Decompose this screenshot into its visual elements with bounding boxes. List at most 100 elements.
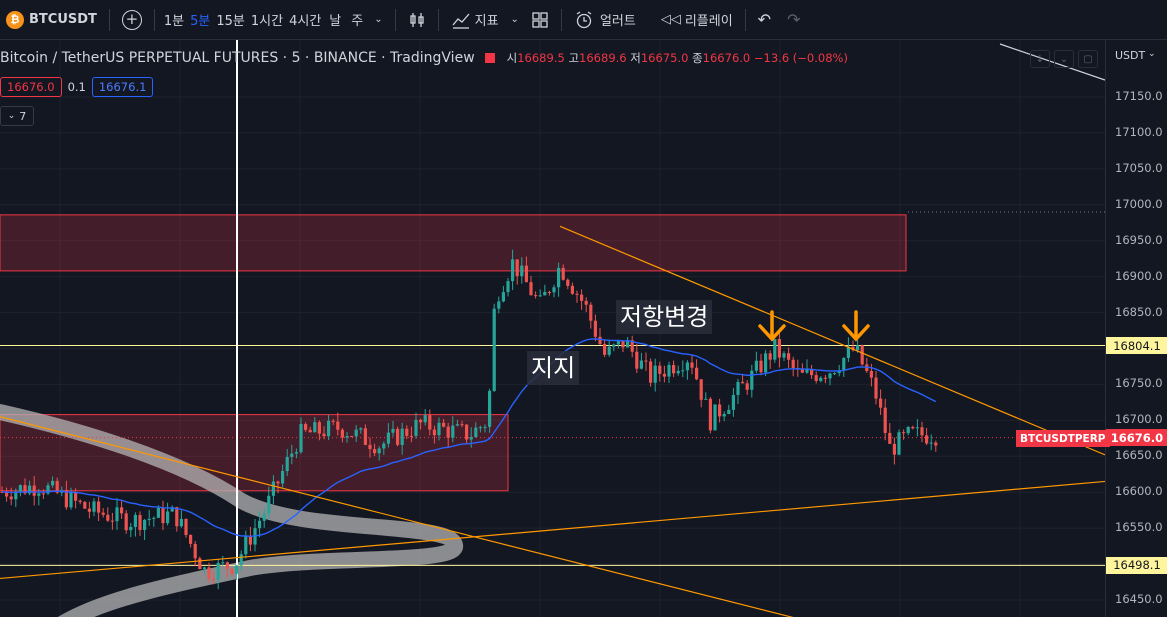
candle-body: [225, 562, 229, 569]
candle-body: [589, 304, 593, 321]
legend-title: Bitcoin / TetherUS PERPETUAL FUTURES · 5…: [0, 50, 475, 66]
candle-body: [110, 520, 114, 522]
redo-icon: ↷: [787, 10, 801, 29]
tf-label: 4시간: [289, 14, 322, 29]
candle-body: [285, 456, 289, 472]
candle-body: [120, 507, 124, 514]
indicators-collapse-button[interactable]: ⌄ 7: [0, 106, 34, 126]
candle-body: [681, 370, 685, 372]
candle-body: [271, 481, 275, 496]
chevron-down-icon: ⌄: [1059, 53, 1069, 65]
candle-body: [193, 543, 197, 559]
candle-body: [322, 433, 326, 437]
market-status-icon: [484, 53, 495, 63]
candle-body: [290, 453, 294, 457]
candle-body: [32, 485, 36, 496]
candle-body: [363, 428, 367, 445]
tf-dropdown[interactable]: ⌄: [368, 0, 388, 40]
candle-body: [869, 370, 873, 378]
support-annotation[interactable]: 지지: [527, 351, 580, 385]
candle-body: [603, 343, 607, 355]
candle-body: [304, 423, 308, 430]
price-tick: 16750.0: [1115, 376, 1163, 391]
tf-label: 15분: [216, 14, 245, 29]
high-value: 16689.6: [579, 51, 627, 65]
candle-body: [74, 492, 78, 501]
tf-label: 날: [329, 14, 342, 29]
candle-body: [846, 346, 850, 358]
down-arrow-icon: [842, 310, 870, 342]
tf-1m[interactable]: 1분: [161, 0, 187, 40]
layout-button[interactable]: [525, 0, 555, 40]
plus-icon: +: [121, 9, 142, 30]
currency-label[interactable]: USDT: [1115, 49, 1145, 62]
candle-body: [902, 432, 906, 434]
candle-body: [446, 426, 450, 438]
tf-day[interactable]: 날: [324, 0, 346, 40]
top-toolbar: ₿ BTCUSDT + 1분 5분 15분 1시간 4시간 날 주 ⌄ 지표 ⌄…: [0, 0, 1167, 40]
candle-body: [373, 449, 377, 454]
undo-button[interactable]: ↶: [752, 0, 781, 40]
tf-15m[interactable]: 15분: [213, 0, 248, 40]
candle-body: [92, 501, 96, 512]
alert-button[interactable]: 얼러트: [568, 0, 642, 40]
candle-body: [189, 534, 193, 544]
candle-body: [653, 365, 657, 383]
candle-body: [639, 360, 643, 369]
indicators-button[interactable]: 지표: [445, 0, 505, 40]
chevron-down-icon: ⌄: [1148, 49, 1156, 59]
candle-body: [662, 373, 666, 377]
candle-body: [580, 294, 584, 301]
candle-body: [538, 295, 542, 297]
chart-legend: Bitcoin / TetherUS PERPETUAL FUTURES · 5…: [0, 50, 848, 66]
move-down-button[interactable]: ↓: [1030, 50, 1050, 68]
candle-body: [451, 425, 455, 438]
grid-layout-icon: [532, 11, 548, 28]
maximize-button[interactable]: ▢: [1078, 50, 1098, 68]
symbol-search[interactable]: ₿ BTCUSDT: [0, 0, 103, 40]
candle-body: [138, 514, 142, 530]
candle-body: [534, 295, 538, 297]
replay-button[interactable]: ◁◁ 리플레이: [655, 0, 739, 40]
candle-body: [520, 265, 524, 277]
candles-icon: [409, 12, 424, 27]
candle-body: [391, 428, 395, 433]
candle-body: [561, 267, 565, 280]
resistance-change-annotation[interactable]: 저항변경: [616, 300, 713, 334]
candle-body: [649, 361, 653, 383]
level-label-upper: 16804.1: [1106, 337, 1167, 355]
redo-button[interactable]: ↷: [781, 0, 810, 40]
price-chart[interactable]: [0, 40, 1105, 617]
price-tick: 16600.0: [1115, 484, 1163, 499]
tf-4h[interactable]: 4시간: [286, 0, 324, 40]
divider: [394, 8, 396, 31]
tf-1h[interactable]: 1시간: [248, 0, 286, 40]
candle-body: [745, 383, 749, 390]
candle-body: [570, 285, 574, 294]
buy-price-button[interactable]: 16676.1: [91, 77, 154, 97]
low-value: 16675.0: [640, 51, 689, 65]
indicators-dropdown[interactable]: ⌄: [505, 0, 525, 40]
price-axis[interactable]: USDT ⌄ 17150.0 17100.0 17050.0 17000.0 16950…: [1105, 40, 1167, 617]
price-tick: 16700.0: [1115, 412, 1163, 427]
candle-body: [166, 511, 170, 524]
chart-type-button[interactable]: [402, 0, 432, 40]
candle-body: [667, 365, 671, 377]
tf-week[interactable]: 주: [346, 0, 368, 40]
compare-button[interactable]: +: [116, 0, 148, 40]
candle-body: [741, 381, 745, 384]
ohlc-values: 시16689.5 고16689.6 저16675.0 종16676.0 −13.…: [507, 50, 848, 66]
candle-body: [244, 535, 248, 555]
candle-body: [842, 357, 846, 371]
candle-body: [713, 404, 717, 431]
candle-body: [97, 501, 101, 513]
tf-5m[interactable]: 5분: [187, 0, 213, 40]
candle-body: [156, 507, 160, 518]
collapse-button[interactable]: ⌄: [1054, 50, 1074, 68]
candle-body: [874, 377, 878, 399]
candle-body: [515, 259, 519, 277]
candle-body: [368, 444, 372, 450]
candle-body: [442, 422, 446, 427]
square-icon: ▢: [1083, 53, 1093, 65]
sell-price-button[interactable]: 16676.0: [0, 77, 62, 97]
